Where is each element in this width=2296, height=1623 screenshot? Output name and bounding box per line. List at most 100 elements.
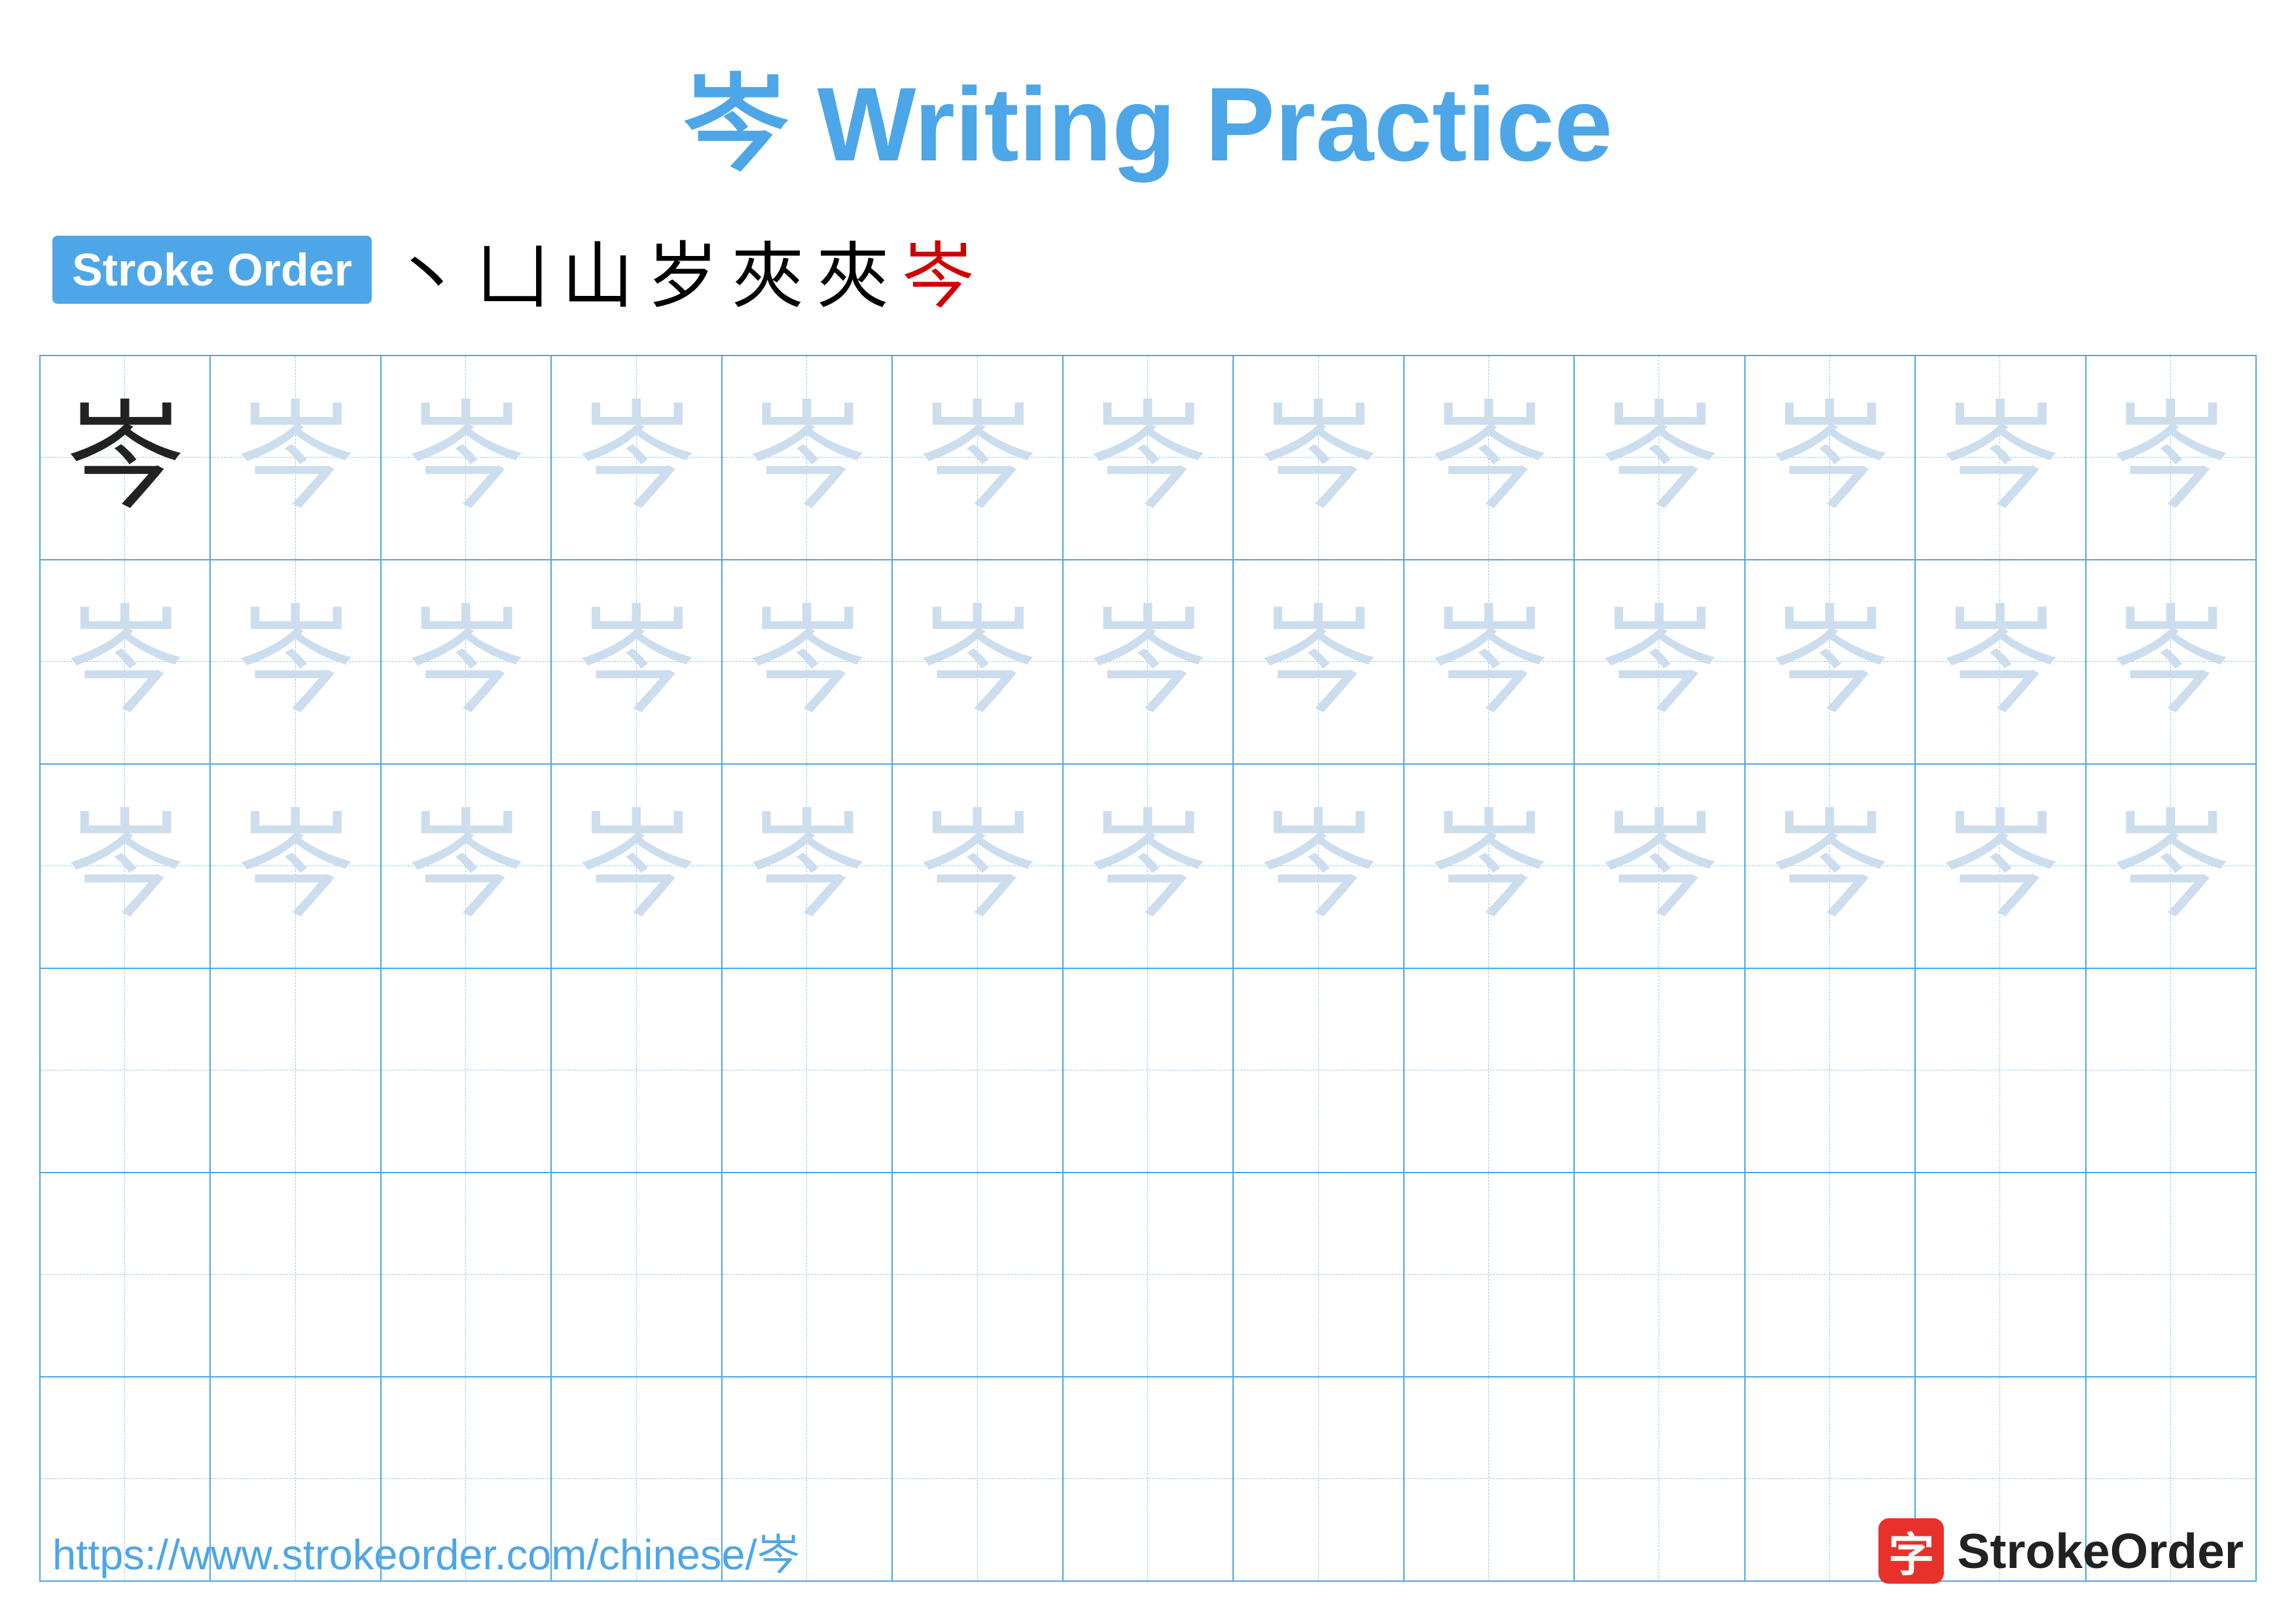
- footer-logo: 字 StrokeOrder: [1878, 1518, 2244, 1584]
- grid-cell[interactable]: 岑: [211, 356, 381, 559]
- character-faint: 岑: [1941, 603, 2059, 721]
- grid-row[interactable]: [41, 1173, 2255, 1377]
- grid-cell[interactable]: 岑: [2087, 765, 2255, 968]
- grid-cell[interactable]: 岑: [1916, 560, 2086, 763]
- grid-cell[interactable]: 岑: [2087, 560, 2255, 763]
- grid-row[interactable]: 岑岑岑岑岑岑岑岑岑岑岑岑岑: [41, 356, 2255, 560]
- character-faint: 岑: [1430, 603, 1548, 721]
- grid-cell[interactable]: [2087, 1173, 2255, 1376]
- grid-cell[interactable]: 岑: [893, 765, 1063, 968]
- grid-cell[interactable]: [723, 969, 893, 1172]
- grid-cell[interactable]: [1916, 1173, 2086, 1376]
- grid-cell[interactable]: 岑: [1405, 765, 1575, 968]
- character-faint: 岑: [919, 399, 1037, 517]
- grid-cell[interactable]: [41, 969, 211, 1172]
- grid-cell[interactable]: [1575, 1173, 1745, 1376]
- stroke-order-badge: Stroke Order: [52, 236, 372, 304]
- grid-cell[interactable]: 岑: [1575, 560, 1745, 763]
- grid-cell[interactable]: [1064, 1173, 1234, 1376]
- grid-cell[interactable]: 岑: [382, 356, 552, 559]
- character-faint: 岑: [1771, 399, 1889, 517]
- grid-cell[interactable]: 岑: [1575, 765, 1745, 968]
- grid-row[interactable]: [41, 969, 2255, 1173]
- grid-cell[interactable]: [41, 1173, 211, 1376]
- character-faint: 岑: [1260, 603, 1378, 721]
- grid-cell[interactable]: [382, 1173, 552, 1376]
- grid-cell[interactable]: [552, 969, 722, 1172]
- grid-cell[interactable]: [2087, 969, 2255, 1172]
- grid-cell[interactable]: [1575, 969, 1745, 1172]
- grid-cell[interactable]: 岑: [723, 356, 893, 559]
- grid-cell[interactable]: [211, 1173, 381, 1376]
- grid-cell[interactable]: [552, 1173, 722, 1376]
- character-faint: 岑: [237, 399, 355, 517]
- grid-cell[interactable]: [1064, 969, 1234, 1172]
- character-faint: 岑: [1089, 399, 1207, 517]
- grid-cell[interactable]: 岑: [1234, 356, 1404, 559]
- grid-cell[interactable]: 岑: [1746, 765, 1916, 968]
- grid-row[interactable]: 岑岑岑岑岑岑岑岑岑岑岑岑岑: [41, 560, 2255, 765]
- grid-cell[interactable]: [211, 969, 381, 1172]
- grid-cell[interactable]: 岑: [41, 356, 211, 559]
- grid-cell[interactable]: 岑: [382, 560, 552, 763]
- character-faint: 岑: [748, 399, 866, 517]
- grid-row[interactable]: 岑岑岑岑岑岑岑岑岑岑岑岑岑: [41, 765, 2255, 969]
- stroke-sequence: 丶 凵 山 岁 夾 夾 岑: [391, 217, 974, 322]
- character-faint: 岑: [748, 603, 866, 721]
- grid-cell[interactable]: 岑: [893, 560, 1063, 763]
- grid-cell[interactable]: 岑: [41, 560, 211, 763]
- character-faint: 岑: [1600, 399, 1718, 517]
- grid-cell[interactable]: [1916, 969, 2086, 1172]
- character-faint: 岑: [1600, 807, 1718, 925]
- stroke-4: 岁: [647, 217, 719, 322]
- grid-cell[interactable]: 岑: [1916, 765, 2086, 968]
- stroke-5: 夾: [732, 217, 804, 322]
- footer-url[interactable]: https://www.strokeorder.com/chinese/岑: [52, 1520, 800, 1582]
- grid-cell[interactable]: [382, 969, 552, 1172]
- grid-cell[interactable]: 岑: [211, 765, 381, 968]
- grid-cell[interactable]: 岑: [1064, 560, 1234, 763]
- logo-text: StrokeOrder: [1957, 1523, 2244, 1579]
- grid-cell[interactable]: [1746, 1173, 1916, 1376]
- grid-cell[interactable]: 岑: [1405, 356, 1575, 559]
- grid-cell[interactable]: 岑: [211, 560, 381, 763]
- grid-cell[interactable]: 岑: [1064, 356, 1234, 559]
- grid-cell[interactable]: 岑: [1405, 560, 1575, 763]
- grid-cell[interactable]: 岑: [723, 560, 893, 763]
- grid-cell[interactable]: 岑: [1575, 356, 1745, 559]
- page-title: 岑 Writing Practice: [0, 0, 2296, 191]
- grid-cell[interactable]: [723, 1173, 893, 1376]
- character-faint: 岑: [237, 603, 355, 721]
- grid-cell[interactable]: 岑: [41, 765, 211, 968]
- grid-cell[interactable]: [1234, 969, 1404, 1172]
- grid-cell[interactable]: 岑: [382, 765, 552, 968]
- grid-cell[interactable]: 岑: [1234, 560, 1404, 763]
- character-faint: 岑: [407, 603, 525, 721]
- logo-icon-char: 字: [1888, 1518, 1934, 1584]
- character-faint: 岑: [1941, 807, 2059, 925]
- grid-cell[interactable]: [1405, 969, 1575, 1172]
- grid-cell[interactable]: 岑: [723, 765, 893, 968]
- grid-cell[interactable]: 岑: [2087, 356, 2255, 559]
- grid-cell[interactable]: 岑: [1746, 560, 1916, 763]
- grid-cell[interactable]: [1405, 1173, 1575, 1376]
- grid-cell[interactable]: 岑: [1064, 765, 1234, 968]
- character-faint: 岑: [1430, 399, 1548, 517]
- grid-cell[interactable]: 岑: [1916, 356, 2086, 559]
- stroke-6: 夾: [817, 217, 889, 322]
- grid-cell[interactable]: 岑: [893, 356, 1063, 559]
- character-faint: 岑: [1260, 807, 1378, 925]
- stroke-order-section: Stroke Order 丶 凵 山 岁 夾 夾 岑: [0, 217, 2296, 322]
- grid-cell[interactable]: 岑: [1746, 356, 1916, 559]
- grid-cell[interactable]: 岑: [552, 356, 722, 559]
- grid-cell[interactable]: [1234, 1173, 1404, 1376]
- grid-cell[interactable]: [1746, 969, 1916, 1172]
- grid-cell[interactable]: 岑: [1234, 765, 1404, 968]
- grid-cell[interactable]: [893, 969, 1063, 1172]
- writing-grid: 岑岑岑岑岑岑岑岑岑岑岑岑岑岑岑岑岑岑岑岑岑岑岑岑岑岑岑岑岑岑岑岑岑岑岑岑岑岑岑: [39, 355, 2257, 1582]
- grid-cell[interactable]: [893, 1173, 1063, 1376]
- grid-cell[interactable]: 岑: [552, 560, 722, 763]
- grid-cell[interactable]: 岑: [552, 765, 722, 968]
- character-faint: 岑: [2112, 807, 2230, 925]
- character-faint: 岑: [407, 399, 525, 517]
